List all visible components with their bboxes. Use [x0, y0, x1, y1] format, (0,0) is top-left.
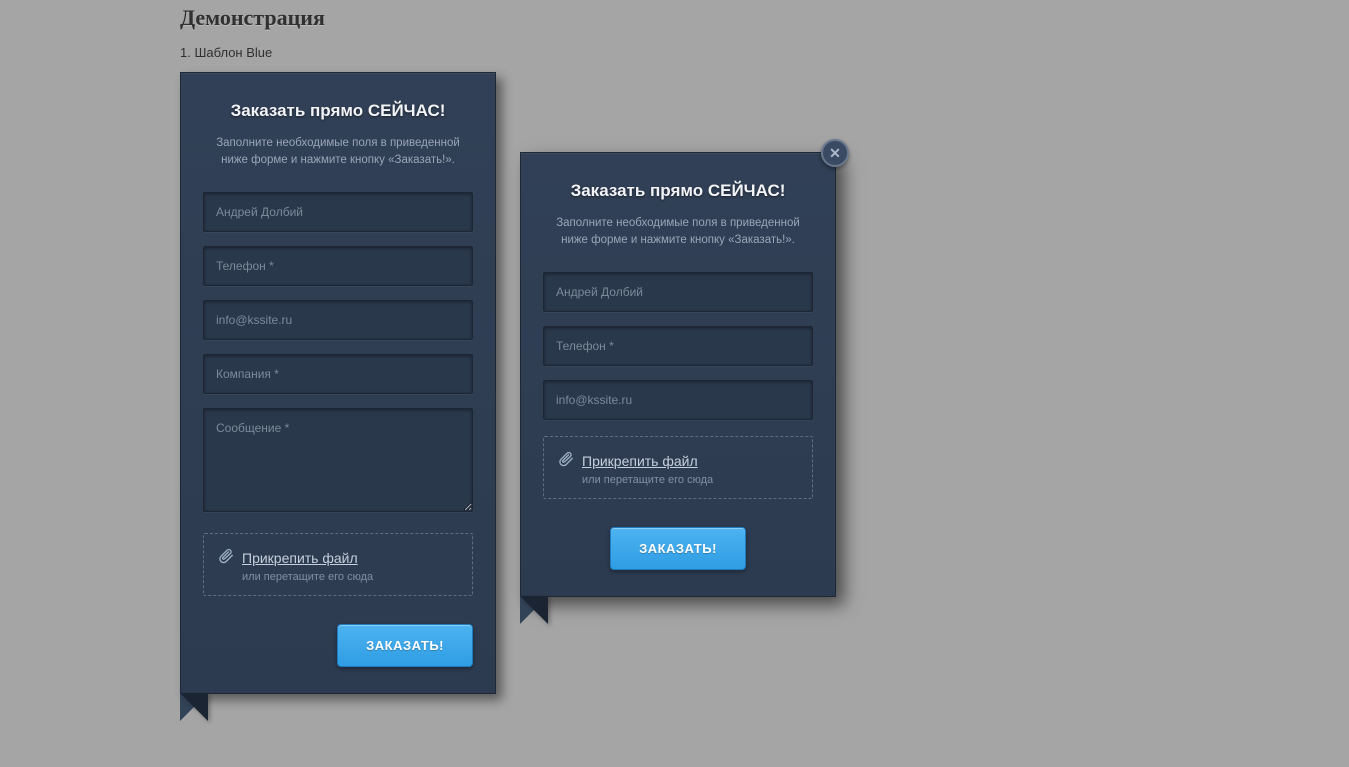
- close-button[interactable]: ✕: [821, 139, 849, 167]
- name-input[interactable]: [543, 272, 813, 312]
- form-description: Заполните необходимые поля в приведенной…: [203, 135, 473, 170]
- email-input[interactable]: [203, 300, 473, 340]
- company-input[interactable]: [203, 354, 473, 394]
- page-subheading: 1. Шаблон Blue: [180, 45, 1180, 60]
- attach-file-link[interactable]: Прикрепить файл: [582, 453, 698, 469]
- close-icon: ✕: [829, 146, 841, 160]
- content-area: Демонстрация 1. Шаблон Blue Заказать пря…: [180, 5, 1180, 694]
- card-fold-shadow: [180, 693, 208, 721]
- email-input[interactable]: [543, 380, 813, 420]
- submit-button[interactable]: ЗАКАЗАТЬ!: [337, 624, 473, 667]
- attach-file-hint: или перетащите его сюда: [242, 571, 458, 583]
- name-input[interactable]: [203, 192, 473, 232]
- submit-button[interactable]: ЗАКАЗАТЬ!: [610, 527, 746, 570]
- attach-file-dropzone[interactable]: Прикрепить файл или перетащите его сюда: [203, 533, 473, 596]
- attach-file-dropzone[interactable]: Прикрепить файл или перетащите его сюда: [543, 436, 813, 499]
- page-heading: Демонстрация: [180, 5, 1180, 31]
- form-title: Заказать прямо СЕЙЧАС!: [543, 181, 813, 201]
- attach-file-hint: или перетащите его сюда: [582, 474, 798, 486]
- attach-file-link[interactable]: Прикрепить файл: [242, 550, 358, 566]
- order-form-inline: Заказать прямо СЕЙЧАС! Заполните необход…: [180, 72, 496, 694]
- card-fold-shadow: [520, 596, 548, 624]
- paperclip-icon: [558, 451, 574, 472]
- order-form-popup: ✕ Заказать прямо СЕЙЧАС! Заполните необх…: [520, 152, 836, 597]
- forms-row: Заказать прямо СЕЙЧАС! Заполните необход…: [180, 72, 1180, 694]
- message-textarea[interactable]: [203, 408, 473, 512]
- form-title: Заказать прямо СЕЙЧАС!: [203, 101, 473, 121]
- form-description: Заполните необходимые поля в приведенной…: [543, 215, 813, 250]
- paperclip-icon: [218, 548, 234, 569]
- phone-input[interactable]: [543, 326, 813, 366]
- phone-input[interactable]: [203, 246, 473, 286]
